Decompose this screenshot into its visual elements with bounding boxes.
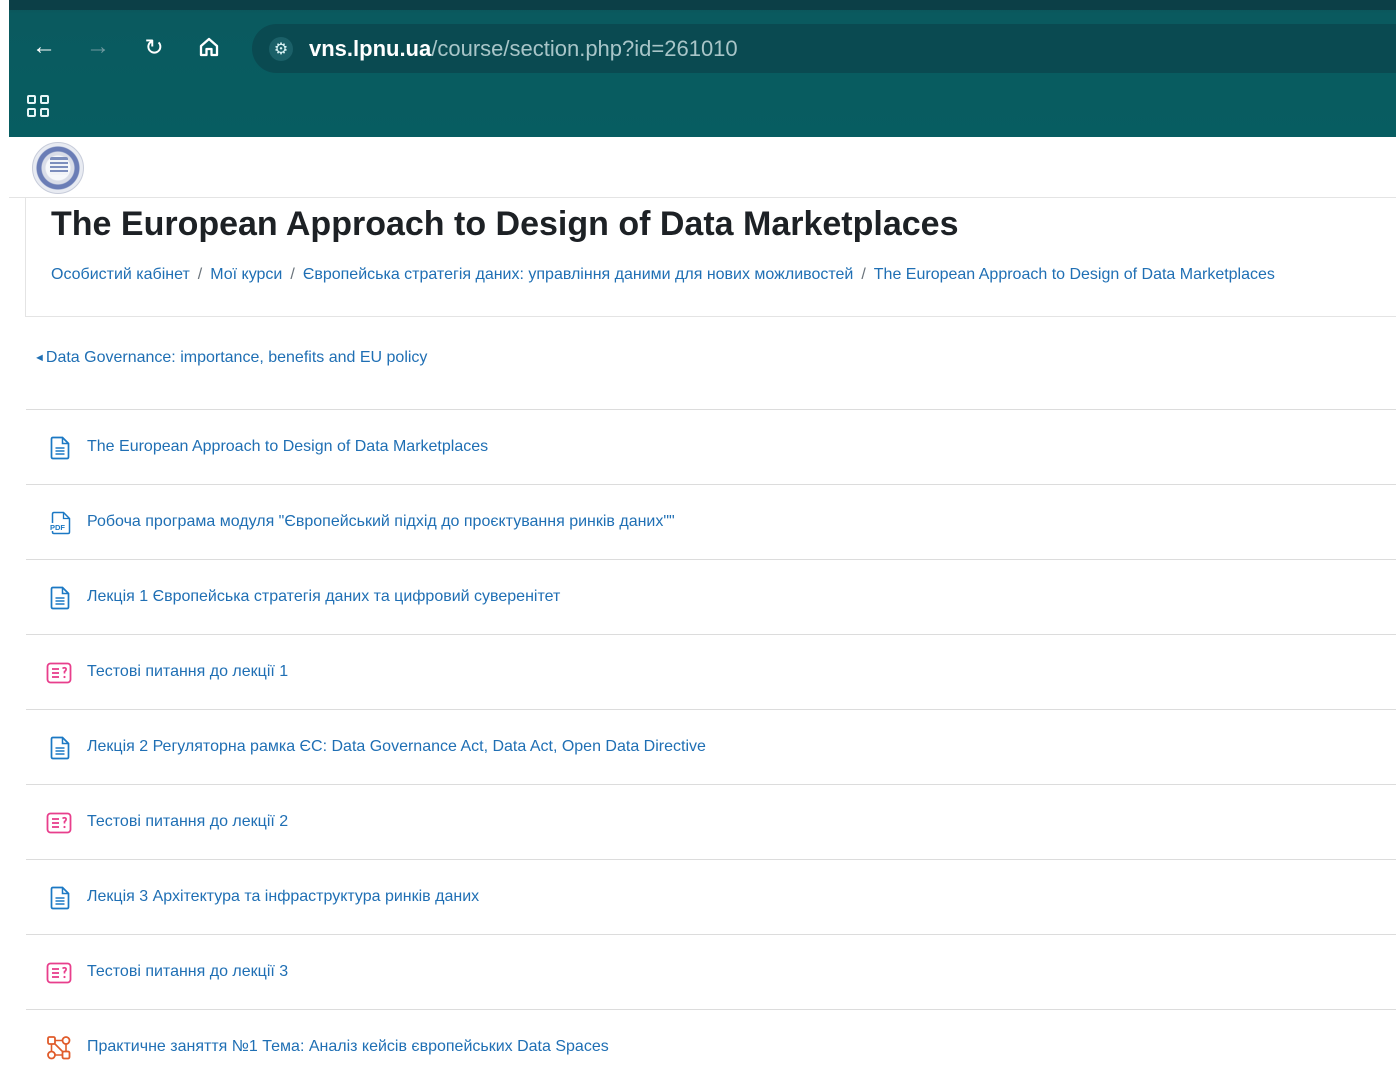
- url-host: vns.lpnu.ua: [309, 36, 432, 61]
- activity-link[interactable]: Практичне заняття №1 Тема: Аналіз кейсів…: [87, 1038, 609, 1056]
- breadcrumb-current-section[interactable]: The European Approach to Design of Data …: [874, 266, 1275, 283]
- back-arrow-icon[interactable]: ←: [27, 30, 61, 64]
- quiz-icon: [46, 812, 72, 834]
- workshop-icon: [47, 1036, 71, 1060]
- page-header-card: The European Approach to Design of Data …: [25, 197, 1396, 317]
- activity-link[interactable]: Тестові питання до лекції 1: [87, 663, 288, 681]
- page-icon: [50, 736, 70, 760]
- address-bar[interactable]: ⚙ vns.lpnu.ua/course/section.php?id=2610…: [252, 24, 1396, 73]
- page-icon: [50, 436, 70, 460]
- page-icon: [50, 886, 70, 910]
- list-item: Лекція 2 Регуляторна рамка ЄС: Data Gove…: [26, 710, 1396, 785]
- quiz-icon: [46, 962, 72, 984]
- url-path: /course/section.php?id=261010: [431, 36, 738, 61]
- quiz-icon: [46, 662, 72, 684]
- list-item: Лекція 1 Європейська стратегія даних та …: [26, 560, 1396, 635]
- list-item: Тестові питання до лекції 3: [26, 935, 1396, 1010]
- svg-text:PDF: PDF: [50, 523, 65, 532]
- browser-tab-strip: [9, 0, 1396, 10]
- page-icon: [50, 586, 70, 610]
- activity-link[interactable]: Лекція 1 Європейська стратегія даних та …: [87, 588, 560, 606]
- previous-section-link[interactable]: ◄Data Governance: importance, benefits a…: [34, 349, 427, 367]
- browser-chrome: ← → ↻ ⚙ vns.lpnu.ua/course/section.php?i…: [9, 0, 1396, 137]
- breadcrumb-separator: /: [197, 266, 203, 283]
- activity-link[interactable]: Тестові питання до лекції 2: [87, 813, 288, 831]
- activity-list: The European Approach to Design of Data …: [26, 409, 1396, 1085]
- page-title: The European Approach to Design of Data …: [51, 205, 959, 243]
- breadcrumb-separator: /: [290, 266, 295, 283]
- activity-link[interactable]: The European Approach to Design of Data …: [87, 438, 488, 456]
- list-item: The European Approach to Design of Data …: [26, 410, 1396, 485]
- pdf-icon: PDF: [49, 511, 71, 535]
- list-item: PDF Робоча програма модуля "Європейський…: [26, 485, 1396, 560]
- breadcrumb: Особистий кабінет / Мої курси / Європейська …: [51, 266, 1275, 284]
- activity-link[interactable]: Лекція 3 Архітектура та інфраструктура р…: [87, 888, 479, 906]
- arrow-left-icon: ◄: [34, 351, 45, 364]
- activity-link[interactable]: Робоча програма модуля "Європейський під…: [87, 513, 675, 531]
- university-logo[interactable]: [32, 142, 84, 194]
- list-item: Практичне заняття №1 Тема: Аналіз кейсів…: [26, 1010, 1396, 1085]
- breadcrumb-separator: /: [861, 266, 866, 283]
- reload-icon[interactable]: ↻: [137, 30, 171, 64]
- list-item: Лекція 3 Архітектура та інфраструктура р…: [26, 860, 1396, 935]
- site-settings-icon[interactable]: ⚙: [269, 37, 293, 61]
- previous-section-label: Data Governance: importance, benefits an…: [45, 349, 428, 366]
- apps-grid-icon[interactable]: [27, 95, 49, 117]
- breadcrumb-my-courses[interactable]: Мої курси: [210, 266, 282, 283]
- breadcrumb-course[interactable]: Європейська стратегія даних: управління …: [303, 266, 854, 283]
- url-text[interactable]: vns.lpnu.ua/course/section.php?id=261010: [309, 36, 738, 62]
- site-header: [9, 137, 1396, 198]
- activity-link[interactable]: Тестові питання до лекції 3: [87, 963, 288, 981]
- home-icon-shape: [199, 37, 219, 57]
- breadcrumb-dashboard[interactable]: Особистий кабінет: [51, 266, 190, 283]
- window-edge: [0, 0, 9, 1086]
- activity-link[interactable]: Лекція 2 Регуляторна рамка ЄС: Data Gove…: [87, 738, 706, 756]
- forward-arrow-icon[interactable]: →: [81, 30, 115, 64]
- home-icon[interactable]: [192, 30, 226, 64]
- list-item: Тестові питання до лекції 1: [26, 635, 1396, 710]
- list-item: Тестові питання до лекції 2: [26, 785, 1396, 860]
